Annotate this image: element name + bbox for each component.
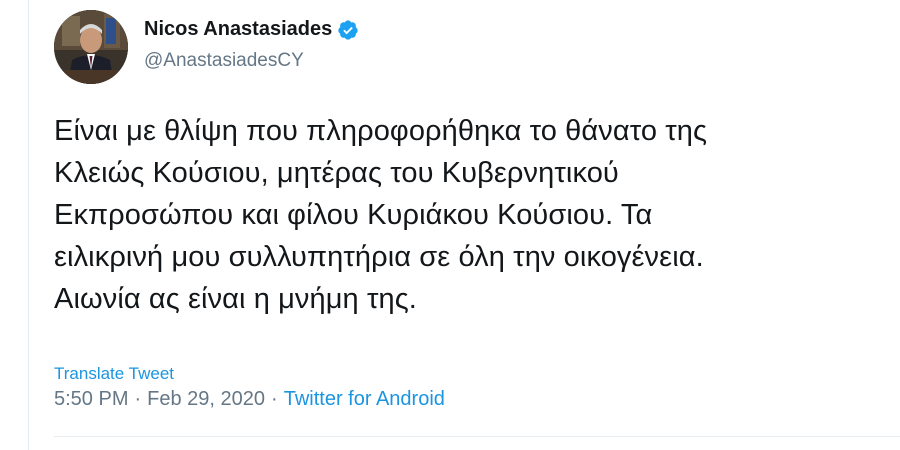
tweet-text: Είναι με θλίψη που πληροφορήθηκα το θάνα… bbox=[54, 110, 884, 320]
translate-tweet-link[interactable]: Translate Tweet bbox=[54, 364, 174, 384]
tweet-text-line: Κλειώς Κούσιου, μητέρας του Κυβερνητικού bbox=[54, 157, 619, 189]
tweet-source-link[interactable]: Twitter for Android bbox=[284, 388, 445, 411]
tweet-timestamp-date[interactable]: Feb 29, 2020 bbox=[147, 388, 265, 411]
profile-photo bbox=[54, 10, 128, 84]
tweet-text-line: Εκπροσώπου και φίλου Κυριάκου Κούσιου. Τ… bbox=[54, 199, 653, 231]
tweet-text-line: Αιωνία ας είναι η μνήμη της. bbox=[54, 283, 417, 315]
tweet-metadata: 5:50 PM · Feb 29, 2020 · Twitter for And… bbox=[54, 388, 445, 411]
user-handle[interactable]: @AnastasiadesCY bbox=[144, 50, 304, 72]
avatar[interactable] bbox=[54, 10, 128, 84]
tweet-text-line: Είναι με θλίψη που πληροφορήθηκα το θάνα… bbox=[54, 115, 708, 147]
display-name[interactable]: Nicos Anastasiades bbox=[144, 18, 332, 41]
verified-badge-icon bbox=[337, 19, 359, 41]
tweet-timestamp-time[interactable]: 5:50 PM bbox=[54, 388, 128, 411]
meta-separator: · bbox=[271, 388, 278, 410]
meta-separator: · bbox=[134, 388, 142, 410]
timeline-left-border bbox=[28, 0, 29, 450]
tweet-text-line: ειλικρινή μου συλλυπητήρια σε όλη την οι… bbox=[54, 241, 704, 273]
tweet-card: Nicos Anastasiades @AnastasiadesCY Είναι… bbox=[50, 0, 900, 450]
divider bbox=[54, 436, 900, 437]
author-name-row: Nicos Anastasiades bbox=[144, 18, 359, 41]
